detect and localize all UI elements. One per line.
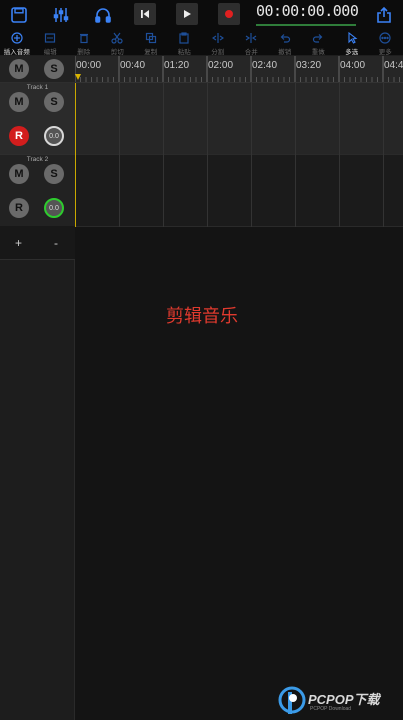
cursor-icon (348, 32, 358, 44)
grid-line (207, 83, 208, 227)
ruler-label: 00:00 (76, 60, 102, 71)
play-button[interactable] (176, 3, 198, 25)
track-1-record-button[interactable]: R (9, 126, 29, 146)
track-header-panel: M S Track 1 M S R 0.0 Track 2 M S R 0.0 … (0, 56, 75, 720)
trash-icon (79, 33, 88, 44)
grid-line (251, 83, 252, 227)
tool-label: 粘贴 (177, 48, 191, 56)
playhead-line (75, 83, 76, 227)
master-controls: M S (0, 56, 75, 83)
add-track-button[interactable]: + (15, 236, 22, 250)
mixer-icon[interactable] (48, 3, 74, 27)
tool-label: 复制 (144, 48, 158, 56)
undo-icon (280, 34, 290, 43)
tool-label: 合并 (244, 48, 258, 56)
scissors-icon (111, 32, 123, 44)
edit-icon (45, 33, 56, 43)
tool-label: 更多 (378, 48, 392, 56)
ruler-label: 00:40 (120, 60, 146, 71)
watermark: PCPOP下载 PCPOP Download (278, 684, 403, 720)
more-button[interactable]: 更多 (369, 30, 403, 56)
track-header-1[interactable]: Track 1 M S R 0.0 (0, 83, 75, 155)
ruler-label: 02:00 (208, 60, 234, 71)
timecode-display: 00:00:00.000 (256, 0, 359, 26)
playhead-marker[interactable] (75, 74, 81, 80)
copy-icon (145, 32, 156, 44)
undo-button[interactable]: 撤销 (268, 30, 302, 56)
more-icon (379, 32, 391, 44)
skip-back-icon (141, 10, 149, 18)
delete-button[interactable]: 删除 (67, 30, 101, 56)
track-1-solo-button[interactable]: S (44, 92, 64, 112)
watermark-subtext: PCPOP Download (310, 706, 352, 712)
grid-line (119, 83, 120, 227)
caption-overlay: 剪辑音乐 (166, 306, 238, 327)
grid-line (383, 83, 384, 227)
tool-label: 剪切 (110, 48, 124, 56)
track-1-volume-knob[interactable]: 0.0 (44, 126, 64, 146)
skip-back-button[interactable] (134, 3, 156, 25)
merge-icon (245, 33, 257, 43)
save-icon[interactable] (6, 3, 32, 27)
timeline-ruler[interactable]: 00:00 00:40 01:20 02:00 02:40 03:20 04:0… (75, 56, 403, 83)
track-name: Track 2 (26, 156, 49, 163)
insert-audio-icon (11, 32, 23, 44)
tool-label: 删除 (77, 48, 91, 56)
edit-toolbar: 插入音频 编辑 删除 剪切 复制 粘贴 分割 合并 撤销 重做 多选 更多 (0, 30, 403, 56)
ruler-label: 04:4 (384, 60, 403, 71)
tool-label: 多选 (345, 48, 359, 56)
track-2-mute-button[interactable]: M (9, 164, 29, 184)
watermark-logo-icon (278, 686, 306, 714)
track-lanes[interactable] (75, 83, 403, 720)
master-mute-button[interactable]: M (9, 59, 29, 79)
cut-button[interactable]: 剪切 (101, 30, 135, 56)
tool-label: 分割 (211, 48, 225, 56)
ruler-label: 03:20 (296, 60, 322, 71)
grid-line (339, 83, 340, 227)
insert-audio-button[interactable]: 插入音频 (0, 30, 34, 56)
headphones-icon[interactable] (90, 3, 116, 27)
top-bar: 00:00:00.000 (0, 0, 403, 30)
merge-button[interactable]: 合并 (235, 30, 269, 56)
multi-select-button[interactable]: 多选 (335, 30, 369, 56)
tool-label: 撤销 (278, 48, 292, 56)
track-2-volume-knob[interactable]: 0.0 (44, 198, 64, 218)
redo-button[interactable]: 重做 (302, 30, 336, 56)
record-button[interactable] (218, 3, 240, 25)
share-icon[interactable] (371, 3, 397, 27)
track-1-mute-button[interactable]: M (9, 92, 29, 112)
tool-label: 重做 (311, 48, 325, 56)
track-2-solo-button[interactable]: S (44, 164, 64, 184)
split-icon (211, 33, 224, 43)
play-icon (184, 10, 191, 18)
tool-label: 编辑 (43, 48, 57, 56)
edit-button[interactable]: 编辑 (34, 30, 68, 56)
remove-track-button[interactable]: - (54, 236, 58, 250)
track-2-record-button[interactable]: R (9, 198, 29, 218)
split-button[interactable]: 分割 (201, 30, 235, 56)
redo-icon (313, 34, 323, 43)
record-icon (225, 10, 233, 18)
ruler-label: 02:40 (252, 60, 278, 71)
ruler-label: 04:00 (340, 60, 366, 71)
track-2-lane[interactable] (75, 155, 403, 227)
track-name: Track 1 (26, 84, 49, 91)
track-add-remove-row: + - (0, 226, 75, 260)
master-solo-button[interactable]: S (44, 59, 64, 79)
tool-label: 插入音频 (3, 48, 30, 56)
ruler-label: 01:20 (164, 60, 190, 71)
track-1-lane[interactable] (75, 83, 403, 155)
paste-icon (179, 32, 189, 44)
grid-line (295, 83, 296, 227)
copy-button[interactable]: 复制 (134, 30, 168, 56)
grid-line (163, 83, 164, 227)
paste-button[interactable]: 粘贴 (168, 30, 202, 56)
track-header-2[interactable]: Track 2 M S R 0.0 (0, 155, 75, 227)
